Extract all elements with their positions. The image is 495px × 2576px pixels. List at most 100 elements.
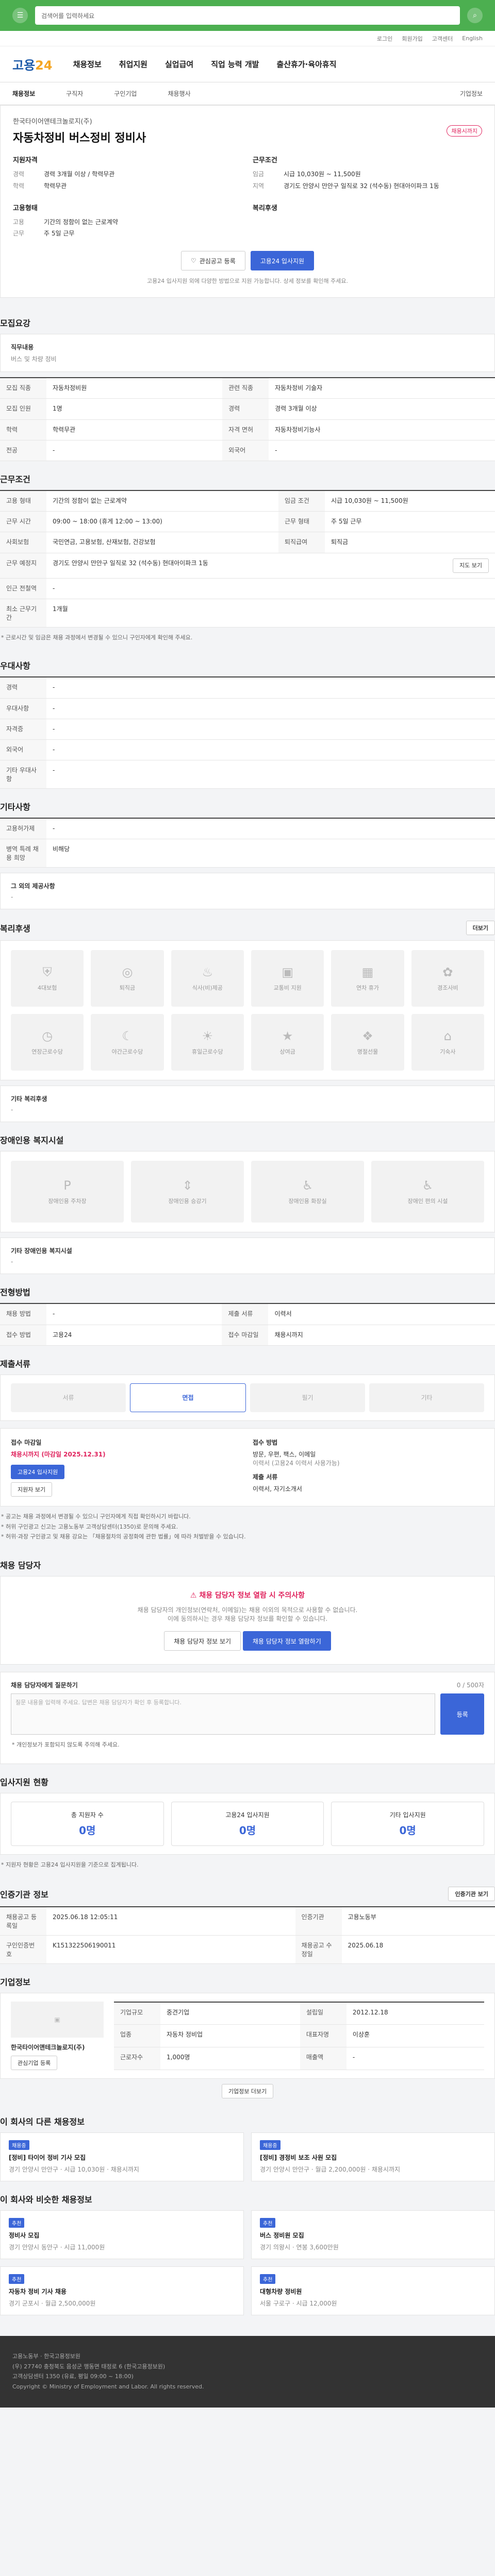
subnav-item-company[interactable]: 기업정보 [460, 89, 483, 98]
company-name: 한국타이어앤테크놀로지(주) [13, 118, 92, 126]
section-title-welfare: 복리후생 더보기 [0, 909, 495, 940]
gnb-item-training[interactable]: 직업 능력 개발 [211, 59, 259, 70]
step-document: 서류 [11, 1383, 126, 1412]
global-nav: 채용정보 취업지원 실업급여 직업 능력 개발 출산휴가·육아휴직 [73, 59, 337, 70]
applicant-stats: 총 지원자 수 0명 고용24 입사지원 0명 기타 입사지원 0명 [0, 1792, 495, 1855]
signup-link[interactable]: 회원가입 [402, 35, 422, 43]
job-card[interactable]: 채용중 [정비] 경정비 보조 사원 모집 경기 안양시 만안구 · 월급 2,20… [251, 2132, 495, 2181]
language-link[interactable]: English [462, 35, 483, 42]
accessibility-icon: ♿ [422, 1178, 434, 1193]
job-description: 직무내용 버스 및 차량 정비 [0, 334, 495, 372]
site-logo[interactable]: 고용24 [12, 55, 53, 73]
parking-icon: P [63, 1178, 71, 1193]
welfare-item: ♨ 식사(비)제공 [171, 950, 244, 1007]
inquiry-submit-button[interactable]: 등록 [440, 1693, 484, 1735]
heart-icon: ♡ [190, 257, 196, 265]
calendar-icon: ▦ [361, 965, 374, 980]
step-written: 필기 [250, 1383, 365, 1412]
manager-info-button[interactable]: 채용 담당자 정보 보기 [164, 1631, 241, 1651]
welfare-item: ◎ 퇴직금 [91, 950, 164, 1007]
facility-item: ♿ 장애인용 화장실 [251, 1161, 364, 1223]
section-title-recommend: 이 회사와 비슷한 채용정보 [0, 2194, 92, 2205]
condition-block: 근무조건 임금 시급 10,030원 ~ 11,500원 지역 경기도 안양시 만안… [253, 157, 439, 190]
welfare-item: ⌂ 기숙사 [411, 1014, 484, 1071]
facility-item: ⇕ 장애인용 승강기 [131, 1161, 244, 1223]
apply-method-button[interactable]: 고용24 입사지원 [11, 1464, 65, 1479]
search-icon[interactable]: ⌕ [467, 8, 483, 23]
job-card[interactable]: 채용중 [정비] 타이어 정비 기사 모집 경기 안양시 만안구 · 시급 10,0… [0, 2132, 244, 2181]
subnav-item-employers[interactable]: 구인기업 [114, 89, 137, 98]
moon-icon: ☾ [122, 1029, 133, 1044]
welfare-more-button[interactable]: 더보기 [466, 921, 495, 936]
section-title-status: 입사지원 현황 [0, 1777, 48, 1787]
top-bar: ☰ 검색어를 입력하세요 ⌕ [0, 0, 495, 31]
gnb-item-jobs[interactable]: 채용정보 [73, 59, 102, 70]
info-table: 채용공고 등록일 2025.06.18 12:05:11 인증기관 고용노동부 구인인… [0, 1906, 495, 1964]
inquiry-textarea[interactable]: 질문 내용을 입력해 주세요. 답변은 채용 담당자가 확인 후 등록합니다. [11, 1693, 436, 1735]
menu-icon[interactable]: ☰ [12, 8, 28, 23]
subnav-item-jobs[interactable]: 채용정보 [12, 89, 35, 98]
section-title-job: 모집요강 [0, 318, 30, 329]
process-table: 채용 방법 - 제출 서류 이력서 접수 방법 고용24 접수 마감일 채용시까지 [0, 1303, 495, 1346]
job-card[interactable]: 추천 대형차량 정비원 서울 구로구 · 시급 12,000원 [251, 2266, 495, 2315]
gnb-item-support[interactable]: 취업지원 [119, 59, 147, 70]
welfare-grid: ⛨ 4대보험 ◎ 퇴직금 ♨ 식사(비)제공 ▣ 교통비 지원 ▦ 연차 휴가 ✿ 경조사비… [0, 940, 495, 1081]
search-input[interactable]: 검색어를 입력하세요 [35, 6, 460, 25]
stat-total: 총 지원자 수 0명 [11, 1801, 164, 1846]
deadline-badge: 채용시까지 [447, 125, 482, 137]
job-card[interactable]: 추천 정비사 모집 경기 안양시 동안구 · 시급 11,000원 [0, 2210, 244, 2259]
inquiry-box: 채용 담당자에게 질문하기 0 / 500자 질문 내용을 입력해 주세요. 답변… [0, 1672, 495, 1764]
apply-note: 고용24 입사지원 외에 다양한 방법으로 지원 가능합니다. 상세 정보를 확… [147, 278, 348, 285]
section-title-manager: 채용 담당자 [0, 1561, 41, 1571]
section-title-other: 기타사항 [0, 802, 30, 812]
login-link[interactable]: 로그인 [377, 35, 392, 43]
house-icon: ⌂ [443, 1029, 452, 1044]
sun-icon: ☀ [202, 1029, 213, 1044]
gnb-item-benefit[interactable]: 실업급여 [165, 59, 193, 70]
meal-icon: ♨ [202, 965, 213, 980]
job-title: 자동차정비 버스정비 정비사 [13, 132, 146, 145]
other-jobs-list: 채용중 [정비] 타이어 정비 기사 모집 경기 안양시 만안구 · 시급 10,0… [0, 2132, 495, 2181]
job-table: 모집 직종 자동차정비원 관련 직종 자동차정비 기술자 모집 인원 1명 경력 경력 3개… [0, 377, 495, 461]
work-note: * 근로시간 및 임금은 채용 과정에서 변경될 수 있으니 구인자에게 확인해… [1, 634, 193, 641]
subnav-item-seekers[interactable]: 구직자 [66, 89, 83, 98]
welfare-block: 복리후생 [253, 204, 277, 212]
view-applicants-button[interactable]: 지원자 보기 [11, 1482, 53, 1497]
manager-reveal-button[interactable]: 채용 담당자 정보 열람하기 [242, 1631, 331, 1651]
job-card[interactable]: 추천 버스 정비원 모집 경기 의왕시 · 연봉 3,600만원 [251, 2210, 495, 2259]
company-more-button[interactable]: 기업정보 더보기 [221, 2083, 274, 2098]
map-button[interactable]: 지도 보기 [453, 558, 489, 573]
clock-icon: ◷ [42, 1029, 53, 1044]
facility-extra: 기타 장애인용 복지시설 - [0, 1238, 495, 1275]
sub-nav: 채용정보 구직자 구인기업 채용행사 기업정보 [0, 82, 495, 105]
job-summary: 한국타이어앤테크놀로지(주) 자동차정비 버스정비 정비사 채용시까지 지원자격… [0, 105, 495, 298]
warning-icon: ⚠ [190, 1591, 197, 1600]
help-link[interactable]: 고객센터 [432, 35, 453, 43]
apply-button[interactable]: 고용24 입사지원 [250, 251, 315, 271]
main-content: 한국타이어앤테크놀로지(주) 자동차정비 버스정비 정비사 채용시까지 지원자격… [0, 105, 495, 2336]
cert-button[interactable]: 인증기관 보기 [448, 1886, 495, 1901]
bus-icon: ▣ [282, 965, 293, 980]
save-job-button[interactable]: ♡ 관심공고 등록 [180, 251, 245, 271]
gift-icon: ✿ [442, 965, 453, 980]
section-title-docs: 제출서류 [0, 1359, 30, 1369]
welfare-item: ❖ 명절선물 [331, 1014, 404, 1071]
bonus-icon: ★ [282, 1029, 293, 1044]
step-other: 기타 [369, 1383, 484, 1412]
restroom-icon: ♿ [302, 1178, 314, 1193]
follow-company-button[interactable]: 관심기업 등록 [11, 2055, 58, 2070]
facility-grid: P 장애인용 주차장 ⇕ 장애인용 승강기 ♿ 장애인용 화장실 ♿ 장애인 편의 시설 [0, 1151, 495, 1233]
subnav-item-events[interactable]: 채용행사 [168, 89, 190, 98]
section-title-process: 전형방법 [0, 1287, 30, 1298]
gnb-item-leave[interactable]: 출산휴가·육아휴직 [276, 59, 336, 70]
welfare-item: ★ 상여금 [251, 1014, 324, 1071]
welfare-item: ▣ 교통비 지원 [251, 950, 324, 1007]
pref-table: 경력 - 우대사항 - 자격증 - 외국어 - 기타 우대사항 - [0, 676, 495, 789]
section-title-pref: 우대사항 [0, 661, 30, 671]
welfare-item: ☾ 야간근로수당 [91, 1014, 164, 1071]
company-box: ▣ 한국타이어앤테크놀로지(주) 관심기업 등록 기업규모 중견기업 설립일 2012… [0, 1992, 495, 2079]
notice-list: * 공고는 채용 과정에서 변경될 수 있으니 구인자에게 직접 확인하시기 바… [1, 1513, 246, 1540]
job-card[interactable]: 추천 자동차 정비 기사 채용 경기 군포시 · 월급 2,500,000원 [0, 2266, 244, 2315]
work-table: 고용 형태 기간의 정함이 없는 근로계약 임금 조건 시급 10,030원 ~ 11… [0, 489, 495, 628]
section-title-other-jobs: 이 회사의 다른 채용정보 [0, 2116, 85, 2127]
